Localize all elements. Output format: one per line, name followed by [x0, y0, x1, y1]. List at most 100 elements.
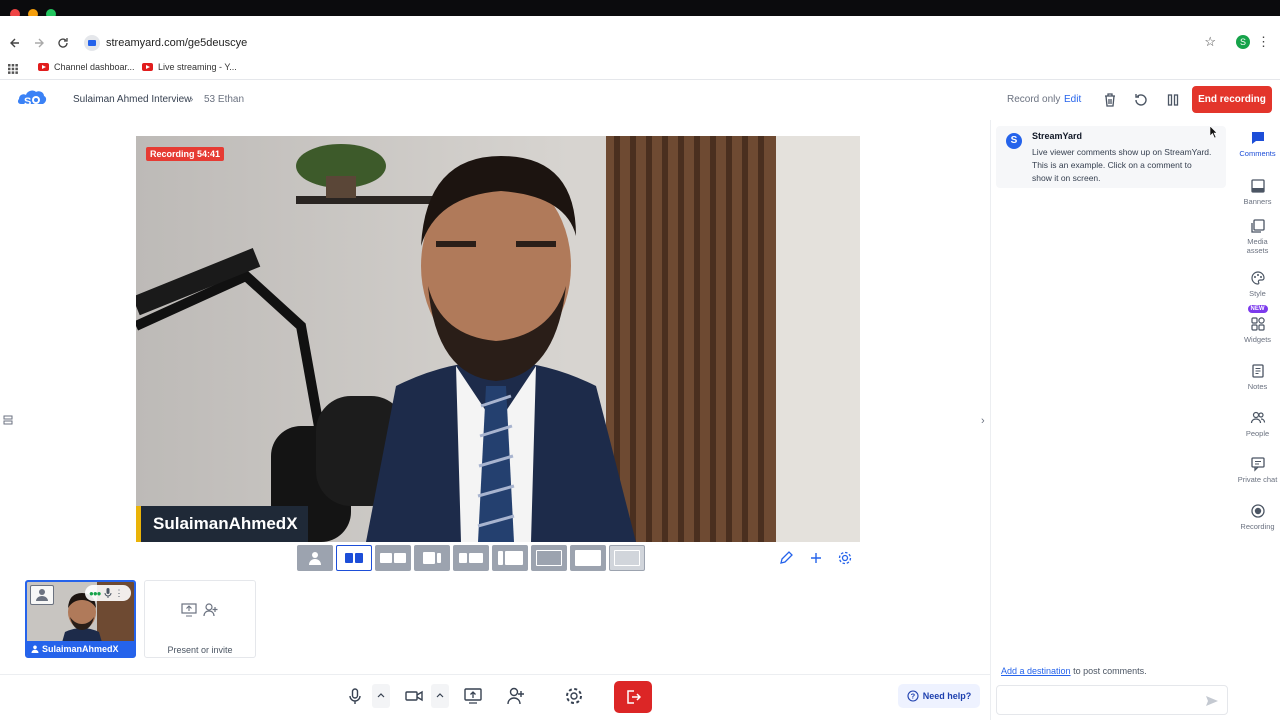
rail-item-recording[interactable]: Recording — [1235, 503, 1280, 547]
rail-label: Media assets — [1246, 237, 1269, 255]
svg-text:S: S — [24, 96, 31, 108]
url-field[interactable]: streamyard.com/ge5deuscye — [82, 32, 1228, 54]
mic-options-chevron-icon[interactable] — [372, 684, 390, 708]
rail-label: Widgets — [1243, 335, 1272, 344]
rail-label: Banners — [1243, 197, 1272, 206]
camera-options-chevron-icon[interactable] — [431, 684, 449, 708]
person-icon — [309, 552, 321, 565]
leave-studio-button[interactable] — [614, 681, 652, 713]
present-or-invite-tile[interactable]: Present or invite — [144, 580, 256, 658]
participant-menu-icon[interactable]: ⋮ — [115, 588, 124, 599]
browser-menu-icon[interactable]: ⋮ — [1257, 34, 1270, 50]
url-text: streamyard.com/ge5deuscye — [106, 37, 248, 49]
comment-author: StreamYard — [1032, 131, 1083, 141]
scenes-panel-toggle-icon[interactable] — [2, 414, 14, 426]
new-badge: NEW — [1247, 305, 1268, 313]
share-screen-icon[interactable] — [463, 686, 483, 706]
need-help-label: Need help? — [922, 691, 972, 701]
layout-fullscreen-button[interactable] — [570, 545, 606, 571]
rail-label: People — [1245, 429, 1270, 438]
send-icon[interactable] — [1205, 694, 1219, 708]
bookmark-live-streaming[interactable]: Live streaming - Y... — [142, 62, 237, 72]
notes-icon — [1251, 364, 1264, 378]
forward-arrow-icon[interactable] — [30, 34, 48, 52]
mouse-cursor-icon — [1210, 126, 1218, 138]
chat-icon — [1250, 457, 1265, 472]
layout-leader-button[interactable] — [414, 545, 450, 571]
reload-icon[interactable] — [54, 34, 72, 52]
layout-group-button[interactable] — [336, 545, 372, 571]
collapse-panel-chevron-icon[interactable]: › — [981, 415, 985, 427]
comment-icon — [1251, 132, 1264, 144]
present-screen-icon[interactable] — [181, 603, 197, 617]
name-banner: SulaimanAhmedX — [136, 506, 308, 542]
layout-thin-button[interactable] — [531, 545, 567, 571]
rail-label: Style — [1249, 289, 1266, 298]
invite-guest-icon[interactable] — [506, 686, 526, 706]
episode-name: 53 Ethan — [204, 94, 245, 105]
layout-solo-button[interactable] — [297, 545, 333, 571]
present-or-invite-label: Present or invite — [167, 645, 233, 655]
back-arrow-icon[interactable] — [6, 34, 24, 52]
chevron-right-icon: › — [190, 94, 194, 105]
participant-name: SulaimanAhmedX — [42, 643, 119, 654]
bookmark-star-icon[interactable]: ☆ — [1204, 34, 1216, 50]
comment-input[interactable] — [996, 685, 1228, 715]
rail-label: Notes — [1247, 382, 1268, 391]
address-bar: streamyard.com/ge5deuscye ☆ S ⋮ — [0, 30, 1280, 56]
record-mode-label: Record only — [1007, 94, 1061, 105]
comment-body: Live viewer comments show up on StreamYa… — [1032, 147, 1212, 183]
pencil-icon[interactable] — [778, 550, 794, 566]
toolbar-divider — [0, 674, 990, 675]
stage-video[interactable]: Recording 54:41 SulaimanAhmedX — [136, 136, 860, 542]
streamyard-avatar: S — [1006, 133, 1022, 149]
audio-level-icon: ●●● — [89, 588, 101, 598]
layout-group-grid-button[interactable] — [375, 545, 411, 571]
youtube-icon — [38, 63, 49, 71]
right-rail: Comments Banners Media assets Style NEW … — [1235, 120, 1280, 680]
help-circle-icon: ? — [907, 690, 919, 702]
end-recording-button[interactable]: End recording — [1192, 86, 1272, 113]
restart-icon[interactable] — [1132, 91, 1150, 109]
layout-picker — [297, 545, 645, 571]
microphone-toggle-icon[interactable] — [345, 686, 365, 706]
edit-button[interactable]: Edit — [1064, 94, 1081, 105]
site-info-icon[interactable] — [84, 35, 100, 51]
comment-item[interactable]: S StreamYard Live viewer comments show u… — [996, 126, 1226, 188]
rail-item-people[interactable]: People — [1235, 410, 1280, 454]
profile-avatar[interactable]: S — [1236, 35, 1250, 49]
stage-settings-gear-icon[interactable] — [837, 550, 853, 566]
rail-item-widgets[interactable]: NEW Widgets — [1235, 305, 1280, 360]
add-plus-icon[interactable] — [808, 550, 824, 566]
add-to-stage-icon[interactable] — [30, 585, 54, 605]
rail-item-media-assets[interactable]: Media assets — [1235, 218, 1280, 262]
add-destination-link[interactable]: Add a destination — [1001, 666, 1071, 676]
participant-tile[interactable]: ●●● ⋮ SulaimanAhmedX — [25, 580, 136, 658]
rail-item-notes[interactable]: Notes — [1235, 363, 1280, 407]
bookmark-channel-dashboard[interactable]: Channel dashboar... — [38, 62, 135, 72]
layout-news-button[interactable] — [453, 545, 489, 571]
settings-gear-icon[interactable] — [564, 686, 584, 706]
invite-person-icon[interactable] — [203, 603, 219, 617]
bookmarks-bar: Channel dashboar... Live streaming - Y..… — [0, 58, 1280, 80]
rail-item-banners[interactable]: Banners — [1235, 178, 1280, 222]
layout-background-button[interactable] — [609, 545, 645, 571]
camera-toggle-icon[interactable] — [404, 686, 424, 706]
rail-item-comments[interactable]: Comments — [1235, 130, 1280, 174]
participant-controls: ●●● ⋮ — [85, 585, 131, 601]
comments-panel: S StreamYard Live viewer comments show u… — [990, 120, 1234, 720]
rail-label: Recording — [1240, 522, 1275, 531]
trash-icon[interactable] — [1101, 91, 1119, 109]
apps-grid-icon[interactable] — [8, 64, 18, 74]
youtube-icon — [142, 63, 153, 71]
pause-icon[interactable] — [1164, 91, 1182, 109]
microphone-icon[interactable] — [104, 588, 112, 598]
need-help-button[interactable]: ? Need help? — [898, 684, 980, 708]
rail-item-private-chat[interactable]: Private chat — [1235, 456, 1280, 500]
browser-tab-bar — [0, 0, 1280, 30]
widgets-icon — [1250, 317, 1265, 331]
participant-name-label: SulaimanAhmedX — [27, 641, 134, 656]
broadcast-title[interactable]: Sulaiman Ahmed Interview — [73, 94, 191, 105]
streamyard-logo[interactable]: S — [16, 86, 48, 112]
layout-sidebar-button[interactable] — [492, 545, 528, 571]
